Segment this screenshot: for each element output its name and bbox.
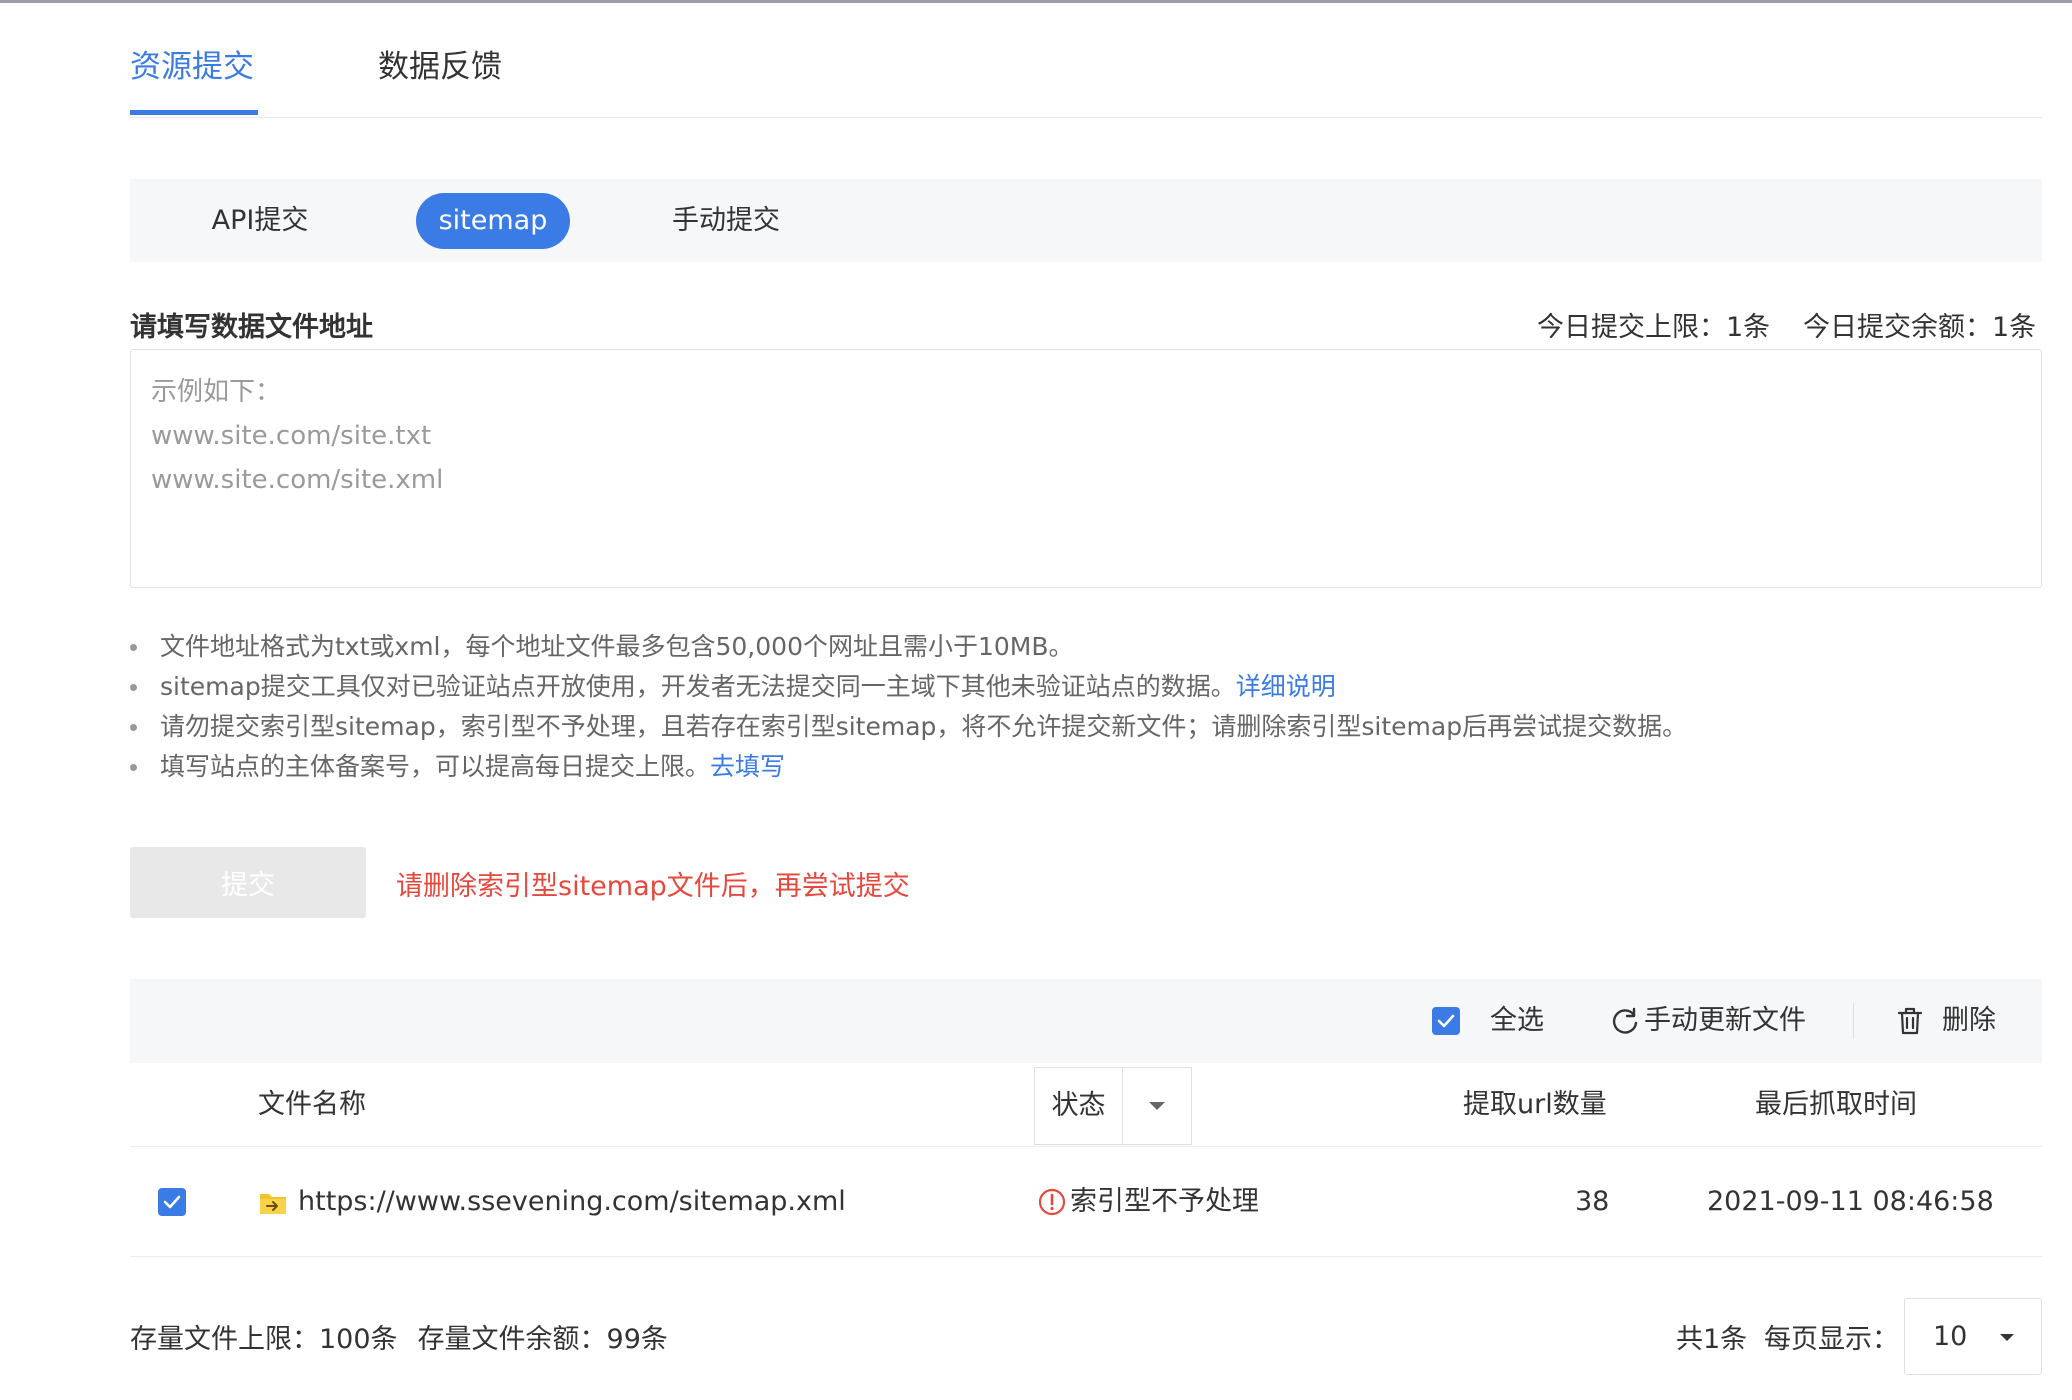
subtab-manual[interactable]: 手动提交 [656,193,796,249]
list-item: 文件地址格式为txt或xml，每个地址文件最多包含50,000个网址且需小于10… [130,627,2042,667]
status-filter-toggle[interactable] [1123,1068,1191,1144]
table-row: https://www.ssevening.com/sitemap.xml 索引… [130,1147,2042,1257]
tab-data-feedback[interactable]: 数据反馈 [378,47,502,87]
storage-info: 存量文件上限：100条 存量文件余额：99条 [130,1317,668,1356]
column-header-last-crawl: 最后抓取时间 [1755,1089,1917,1120]
table-header: 文件名称 状态 提取url数量 最后抓取时间 [130,1063,2042,1147]
instructions-list: 文件地址格式为txt或xml，每个地址文件最多包含50,000个网址且需小于10… [130,627,2042,787]
warning-circle-icon [1038,1188,1066,1216]
status-cell: 索引型不予处理 [1038,1147,1259,1257]
list-item: 填写站点的主体备案号，可以提高每日提交上限。去填写 [130,747,2042,787]
check-icon [1437,1014,1455,1028]
select-all-control[interactable]: 全选 [1432,997,1544,1045]
daily-quota-limit: 今日提交上限：1条 [1537,312,1771,343]
tabs-divider [130,117,2042,118]
status-text: 索引型不予处理 [1070,1186,1259,1217]
select-all-checkbox[interactable] [1432,1007,1460,1035]
select-all-label: 全选 [1490,1005,1544,1036]
trash-icon [1897,1007,1923,1035]
status-filter-dropdown[interactable]: 状态 [1034,1067,1192,1145]
column-header-name: 文件名称 [258,1089,366,1120]
page-size-value: 10 [1933,1321,1968,1352]
column-header-url-count: 提取url数量 [1463,1089,1607,1120]
daily-quota-remaining: 今日提交余额：1条 [1803,312,2037,343]
delete-label: 删除 [1942,1005,1996,1036]
refresh-files-label: 手动更新文件 [1644,1005,1806,1036]
details-link[interactable]: 详细说明 [1236,672,1336,701]
url-count-cell: 38 [1575,1186,1610,1217]
file-url[interactable]: https://www.ssevening.com/sitemap.xml [298,1147,846,1257]
submit-button[interactable]: 提交 [130,847,366,918]
toolbar-divider [1853,1003,1854,1039]
list-item: 请勿提交索引型sitemap，索引型不予处理，且若存在索引型sitemap，将不… [130,707,2042,747]
sitemap-url-textarea[interactable] [130,349,2042,588]
column-header-status: 状态 [1035,1068,1123,1144]
submit-method-tabs: API提交 sitemap 手动提交 [130,179,2042,262]
folder-file-icon [260,1194,286,1214]
file-name-cell: https://www.ssevening.com/sitemap.xml [258,1147,846,1257]
refresh-icon [1612,1007,1638,1034]
caret-down-icon [2000,1334,2014,1341]
refresh-files-button[interactable]: 手动更新文件 [1610,997,1806,1045]
storage-remaining: 存量文件余额：99条 [417,1324,668,1355]
row-checkbox[interactable] [158,1188,186,1216]
check-icon [163,1195,181,1209]
per-page-label: 每页显示： [1764,1324,1899,1355]
tab-resource-submit[interactable]: 资源提交 [130,47,254,87]
row-select[interactable] [158,1147,186,1257]
total-count: 共1条 [1676,1324,1748,1355]
url-field-label: 请填写数据文件地址 [130,312,373,343]
page-size-select[interactable]: 10 [1904,1298,2042,1375]
delete-button[interactable]: 删除 [1896,997,1996,1045]
subtab-api[interactable]: API提交 [190,193,330,249]
list-item: sitemap提交工具仅对已验证站点开放使用，开发者无法提交同一主域下其他未验证… [130,667,2042,707]
caret-down-icon [1149,1102,1165,1110]
active-tab-indicator [130,110,258,115]
subtab-sitemap[interactable]: sitemap [416,193,570,249]
submit-error-message: 请删除索引型sitemap文件后，再尝试提交 [396,871,910,902]
storage-limit: 存量文件上限：100条 [130,1324,398,1355]
sitemap-submission-page: 资源提交 数据反馈 API提交 sitemap 手动提交 请填写数据文件地址 今… [0,0,2072,1400]
last-crawl-cell: 2021-09-11 08:46:58 [1707,1186,1994,1217]
table-toolbar: 全选 手动更新文件 删除 [130,979,2042,1063]
fill-record-link[interactable]: 去填写 [710,752,785,781]
